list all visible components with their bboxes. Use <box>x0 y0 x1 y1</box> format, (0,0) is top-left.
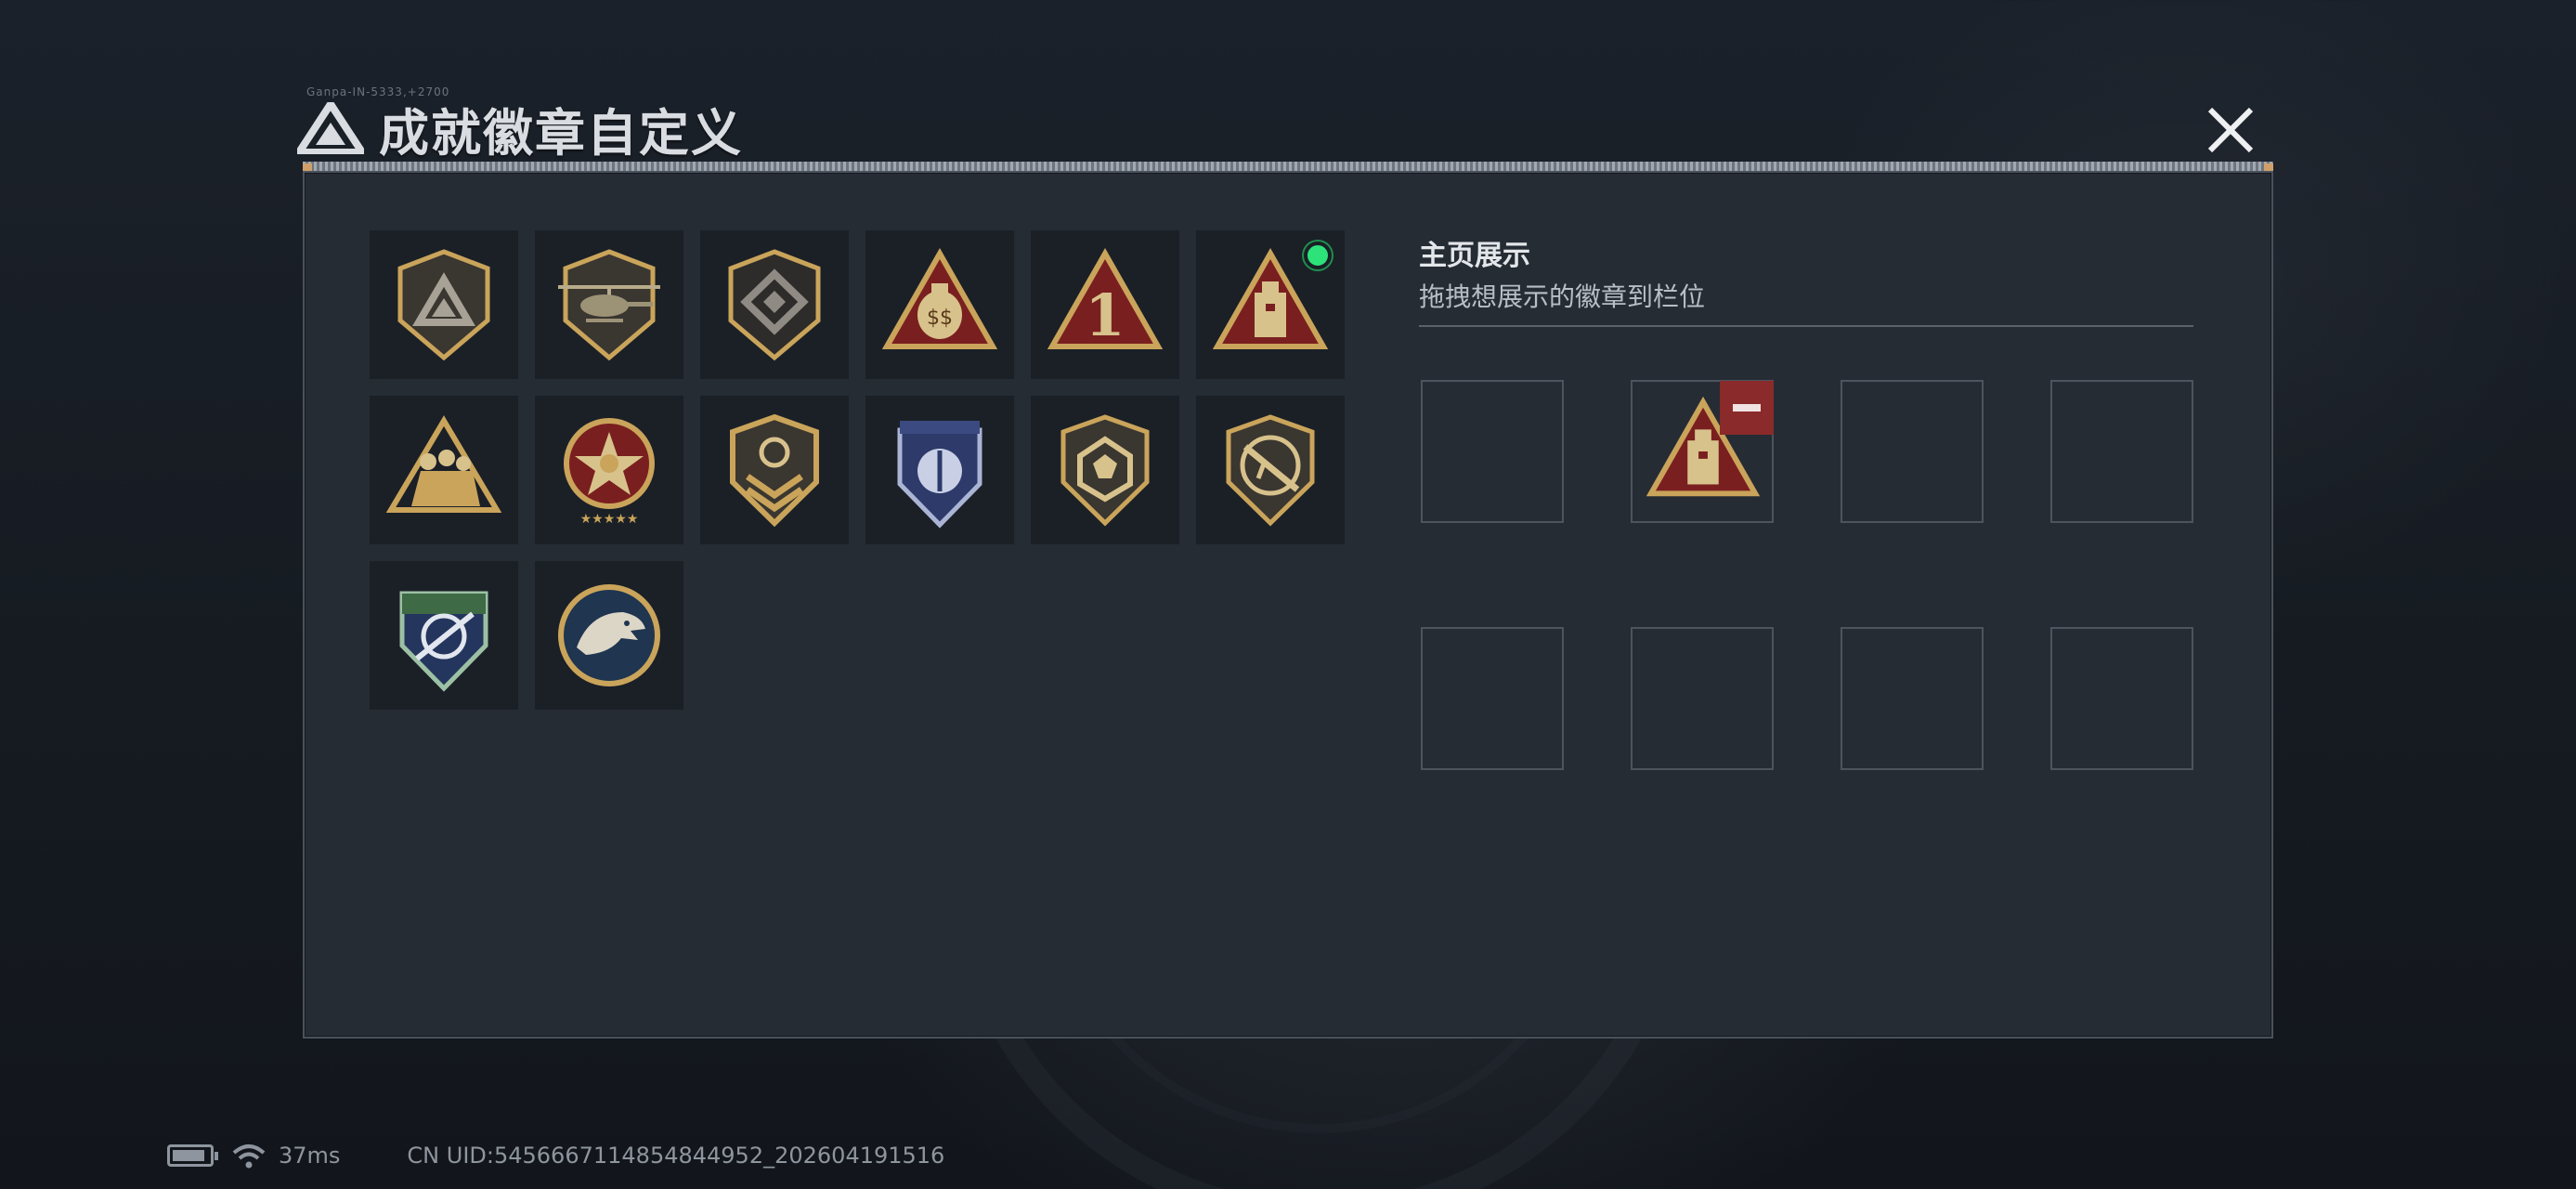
eagle-badge-icon <box>558 584 660 686</box>
dice-badge-icon <box>1060 414 1150 527</box>
svg-text:$$: $$ <box>927 307 953 330</box>
minus-icon <box>1733 404 1761 412</box>
badge-tile[interactable] <box>370 396 518 544</box>
number-one-badge-icon: 1 <box>1047 247 1164 349</box>
svg-text:1: 1 <box>1085 281 1125 349</box>
shield-triangle-badge-icon <box>397 249 490 361</box>
badge-tile[interactable] <box>370 230 518 379</box>
badge-tile[interactable] <box>535 230 683 379</box>
display-slot-5[interactable] <box>1421 627 1564 770</box>
badge-tile[interactable] <box>370 561 518 710</box>
logo-icon <box>297 102 364 154</box>
svg-text:★★★★★: ★★★★★ <box>580 512 639 527</box>
title-divider <box>303 162 2273 171</box>
rifle-badge-icon <box>1226 414 1315 527</box>
badge-tile[interactable]: ★★★★★ <box>535 396 683 544</box>
helicopter-badge-icon <box>558 249 660 361</box>
section-divider <box>1419 325 2193 327</box>
badge-tile[interactable]: 1 <box>1031 230 1179 379</box>
display-slot-7[interactable] <box>1841 627 1984 770</box>
display-slot-6[interactable] <box>1631 627 1774 770</box>
display-slot-8[interactable] <box>2050 627 2193 770</box>
selected-indicator <box>1304 242 1332 269</box>
wifi-icon <box>232 1144 266 1169</box>
status-bar: 37ms CN UID:5456667114854844952_20260419… <box>167 1139 944 1172</box>
badge-tile[interactable] <box>535 561 683 710</box>
star-medal-badge-icon: ★★★★★ <box>564 418 655 527</box>
divider-accent-right <box>2264 163 2273 171</box>
badge-tile[interactable] <box>700 230 849 379</box>
ping-text: 37ms <box>279 1143 341 1169</box>
divider-accent-left <box>303 163 312 171</box>
display-slot-3[interactable] <box>1841 380 1984 523</box>
battery-icon <box>167 1144 218 1167</box>
crosshair-green-badge-icon <box>399 591 488 692</box>
soldiers-badge-icon <box>385 415 502 513</box>
chevron-shield-badge-icon <box>730 413 819 528</box>
diamond-emblem-badge-icon <box>728 249 821 361</box>
badge-tile[interactable] <box>700 396 849 544</box>
money-bag-ss-badge-icon: $$ <box>881 247 998 349</box>
page-title: 成就徽章自定义 <box>379 103 743 163</box>
display-slot-1[interactable] <box>1421 380 1564 523</box>
blue-star-shield-badge-icon <box>897 421 982 529</box>
uid-text: CN UID:5456667114854844952_202604191516 <box>407 1143 945 1169</box>
display-slot-4[interactable] <box>2050 380 2193 523</box>
badge-tile[interactable] <box>1196 396 1345 544</box>
title-bar: 成就徽章自定义 <box>297 91 743 165</box>
badge-tile[interactable]: $$ <box>865 230 1014 379</box>
badge-tile[interactable] <box>1031 396 1179 544</box>
close-icon[interactable] <box>2197 97 2264 163</box>
badge-tile[interactable] <box>865 396 1014 544</box>
section-subtitle: 拖拽想展示的徽章到栏位 <box>1419 281 1706 312</box>
section-title: 主页展示 <box>1419 240 1530 272</box>
remove-badge-button[interactable] <box>1720 381 1774 435</box>
